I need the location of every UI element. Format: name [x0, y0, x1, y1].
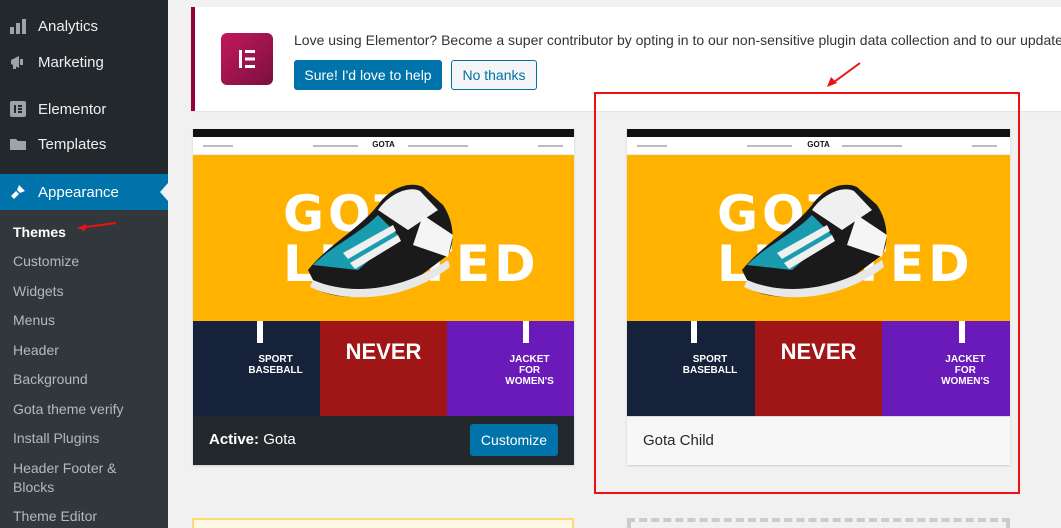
elementor-logo-icon [221, 33, 273, 85]
screenshot-hero: GOT LIMITED [193, 155, 574, 321]
menu-label: Elementor [38, 100, 107, 118]
optin-accept-button[interactable]: Sure! I'd love to help [294, 60, 442, 90]
menu-elementor[interactable]: Elementor [0, 91, 168, 127]
submenu-gota-theme-verify[interactable]: Gota theme verify [13, 400, 163, 419]
tile-never: NEVER [320, 321, 447, 416]
paintbrush-icon [8, 182, 28, 202]
elementor-icon [8, 99, 28, 119]
screenshot-tiles: SPORT BASEBALL NEVER JACKET FOR WOMEN'S [193, 321, 574, 416]
appearance-submenu: Themes Customize Widgets Menus Header Ba… [0, 210, 168, 528]
theme-card-partial [192, 518, 574, 528]
submenu-customize[interactable]: Customize [13, 252, 163, 271]
submenu-header-footer-blocks[interactable]: Header Footer & Blocks [13, 459, 123, 497]
menu-label: Appearance [38, 183, 119, 201]
submenu-widgets[interactable]: Widgets [13, 282, 163, 301]
bar-chart-icon [8, 16, 28, 36]
megaphone-icon [8, 52, 28, 72]
screenshot-topbar [193, 129, 574, 137]
notice-message: Love using Elementor? Become a super con… [294, 32, 1061, 48]
customize-button[interactable]: Customize [470, 424, 558, 456]
screenshot-brand: GOTA [372, 140, 395, 149]
theme-name: Active: Gota [209, 431, 296, 448]
screenshot-nav: GOTA [193, 137, 574, 155]
menu-templates[interactable]: Templates [0, 126, 168, 162]
submenu-install-plugins[interactable]: Install Plugins [13, 429, 163, 448]
submenu-theme-editor[interactable]: Theme Editor [13, 507, 163, 526]
annotation-highlight-box [594, 92, 1020, 494]
add-new-theme-card[interactable] [627, 518, 1010, 528]
menu-label: Analytics [38, 17, 99, 35]
menu-marketing[interactable]: Marketing [0, 44, 168, 80]
menu-appearance[interactable]: Appearance [0, 174, 168, 210]
admin-sidebar: Analytics Marketing Elementor Templates … [0, 0, 168, 528]
menu-label: Marketing [38, 53, 104, 71]
annotation-arrow-child [827, 62, 861, 87]
submenu-menus[interactable]: Menus [13, 311, 163, 330]
theme-screenshot[interactable]: GOTA GOT LIMITED SPORT BASEBALL NEVER [193, 129, 574, 416]
theme-footer-active: Active: Gota Customize [193, 416, 574, 465]
theme-card-gota[interactable]: GOTA GOT LIMITED SPORT BASEBALL NEVER [193, 129, 574, 465]
tile-jacket: JACKET FOR WOMEN'S [447, 321, 574, 416]
annotation-arrow-themes [77, 222, 117, 231]
submenu-background[interactable]: Background [13, 370, 163, 389]
folder-icon [8, 134, 28, 154]
tile-baseball: SPORT BASEBALL [193, 321, 320, 416]
menu-label: Templates [38, 135, 107, 153]
menu-analytics[interactable]: Analytics [0, 8, 168, 44]
submenu-header[interactable]: Header [13, 341, 163, 360]
optin-decline-button[interactable]: No thanks [451, 60, 537, 90]
sneaker-icon [308, 184, 453, 298]
